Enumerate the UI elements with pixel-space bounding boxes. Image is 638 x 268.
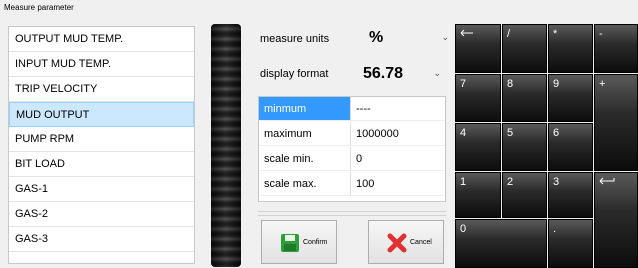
key-label: . xyxy=(553,223,557,235)
key-label: 2 xyxy=(507,176,514,188)
key-label: 1 xyxy=(460,176,467,188)
list-item-mud-output[interactable]: MUD OUTPUT xyxy=(9,102,194,127)
key-label: 7 xyxy=(460,78,467,90)
property-key: scale max. xyxy=(259,172,351,196)
list-item-trip-velocity[interactable]: TRIP VELOCITY xyxy=(9,77,194,102)
key-label: 8 xyxy=(507,78,514,90)
key-6[interactable]: 6 xyxy=(548,123,593,171)
key-label: 5 xyxy=(507,127,514,139)
key-1[interactable]: 1 xyxy=(455,172,501,218)
key-label: 0 xyxy=(460,223,467,235)
measure-units-dropdown[interactable]: % ⌄ xyxy=(362,26,454,50)
decimal-point-key[interactable]: . xyxy=(548,219,593,268)
property-key: maximum xyxy=(259,122,351,146)
key-3[interactable]: 3 xyxy=(548,172,593,218)
property-key: minmum xyxy=(259,97,351,121)
display-format-label: display format xyxy=(260,68,329,80)
key-label: 3 xyxy=(553,176,560,188)
property-value[interactable]: 1000000 xyxy=(351,122,445,146)
list-item-pump-rpm[interactable]: PUMP RPM xyxy=(9,127,194,152)
divide-key[interactable]: / xyxy=(502,24,547,73)
chevron-down-icon: ⌄ xyxy=(441,32,449,42)
key-5[interactable]: 5 xyxy=(502,123,547,171)
key-label: 9 xyxy=(553,78,560,90)
display-format-dropdown[interactable]: 56.78 ⌄ xyxy=(356,62,446,86)
enter-arrow-icon xyxy=(599,177,615,185)
cancel-button-label: Cancel xyxy=(410,239,432,246)
key-label: 6 xyxy=(553,127,560,139)
confirm-button-label: Confirm xyxy=(303,239,328,246)
minus-key[interactable]: - xyxy=(594,24,638,73)
property-row-scale-max[interactable]: scale max. 100 xyxy=(259,172,445,197)
backspace-arrow-icon xyxy=(460,29,473,37)
property-row-scale-min[interactable]: scale min. 0 xyxy=(259,147,445,172)
plus-key[interactable]: + xyxy=(594,74,638,171)
list-item-gas-2[interactable]: GAS-2 xyxy=(9,202,194,227)
key-label: * xyxy=(553,28,558,40)
list-item-gas-3[interactable]: GAS-3 xyxy=(9,227,194,252)
property-key: scale min. xyxy=(259,147,351,171)
display-format-value: 56.78 xyxy=(363,65,404,82)
backspace-key[interactable] xyxy=(455,24,501,73)
property-row-maximum[interactable]: maximum 1000000 xyxy=(259,122,445,147)
close-icon xyxy=(387,233,407,253)
measure-units-label: measure units xyxy=(260,33,330,45)
list-item-gas-1[interactable]: GAS-1 xyxy=(9,177,194,202)
save-disk-icon xyxy=(281,234,299,252)
key-9[interactable]: 9 xyxy=(548,74,593,122)
horizontal-scrollbar[interactable] xyxy=(258,211,446,216)
key-4[interactable]: 4 xyxy=(455,123,501,171)
key-0[interactable]: 0 xyxy=(455,219,547,268)
confirm-button[interactable]: Confirm xyxy=(261,220,337,264)
list-item-bit-load[interactable]: BIT LOAD xyxy=(9,152,194,177)
measure-units-value: % xyxy=(369,29,384,46)
multiply-key[interactable]: * xyxy=(548,24,593,73)
key-7[interactable]: 7 xyxy=(455,74,501,122)
key-2[interactable]: 2 xyxy=(502,172,547,218)
chevron-down-icon: ⌄ xyxy=(433,68,441,78)
property-value[interactable]: 0 xyxy=(351,147,445,171)
list-item-output-mud-temp[interactable]: OUTPUT MUD TEMP. xyxy=(9,27,194,52)
enter-key[interactable] xyxy=(594,172,638,268)
scroll-wheel[interactable] xyxy=(211,24,241,267)
property-value[interactable]: 100 xyxy=(351,172,445,196)
key-label: 4 xyxy=(460,127,467,139)
key-label: - xyxy=(599,28,603,40)
property-row-minmum[interactable]: minmum ---- xyxy=(259,97,445,122)
key-label: + xyxy=(599,78,606,90)
cancel-button[interactable]: Cancel xyxy=(368,220,444,264)
property-value[interactable]: ---- xyxy=(351,97,445,121)
list-item-input-mud-temp[interactable]: INPUT MUD TEMP. xyxy=(9,52,194,77)
property-grid[interactable]: minmum ---- maximum 1000000 scale min. 0… xyxy=(258,96,446,202)
window-title: Measure parameter xyxy=(4,3,74,12)
key-label: / xyxy=(507,28,511,40)
key-8[interactable]: 8 xyxy=(502,74,547,122)
parameter-list[interactable]: OUTPUT MUD TEMP. INPUT MUD TEMP. TRIP VE… xyxy=(8,26,195,264)
